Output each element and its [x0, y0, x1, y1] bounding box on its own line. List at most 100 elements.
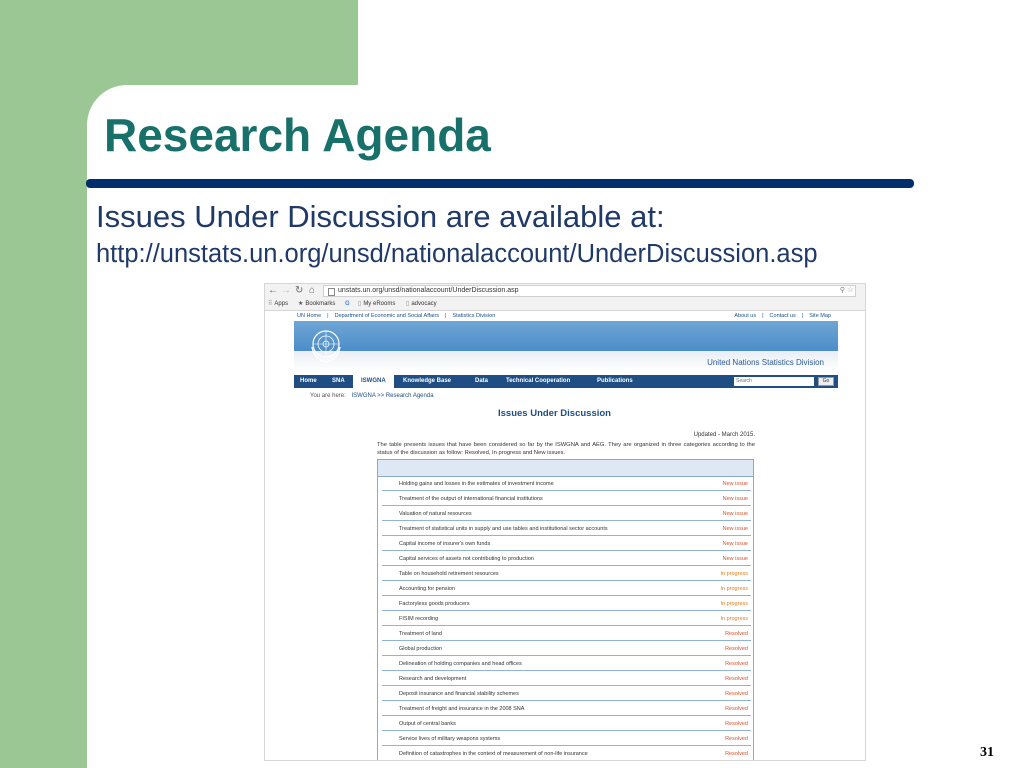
page-icon: [328, 288, 335, 296]
search-input[interactable]: [734, 377, 814, 386]
issue-status: Resolved: [725, 706, 748, 712]
separator: |: [801, 313, 804, 319]
issue-row: FISIM recording In progress: [382, 612, 751, 626]
slide-subtitle: Issues Under Discussion are available at…: [96, 199, 665, 234]
bookmark-advocacy[interactable]: ▯ advocacy: [406, 298, 437, 310]
nav-knowledge-base[interactable]: Knowledge Base: [397, 375, 457, 388]
zoom-icon[interactable]: ⚲: [840, 286, 845, 296]
issue-status: New issue: [722, 526, 748, 532]
desa-link[interactable]: Department of Economic and Social Affair…: [335, 313, 439, 319]
un-home-link[interactable]: UN Home: [297, 313, 321, 319]
issue-status: Resolved: [725, 721, 748, 727]
issue-status: New issue: [722, 511, 748, 517]
issue-row: Global production Resolved: [382, 642, 751, 656]
issue-link[interactable]: Accounting for pension: [399, 582, 455, 596]
issue-status: New issue: [722, 541, 748, 547]
reload-icon[interactable]: ↻: [295, 284, 303, 298]
issue-link[interactable]: Deposit insurance and financial stabilit…: [399, 687, 519, 701]
address-bar[interactable]: unstats.un.org/unsd/nationalaccount/Unde…: [323, 285, 856, 297]
issue-row: Table on household retirement resources I…: [382, 567, 751, 581]
issue-status: In progress: [720, 571, 748, 577]
issue-status: Resolved: [725, 661, 748, 667]
issue-link[interactable]: Definition of catastrophes in the contex…: [399, 747, 588, 760]
issue-link[interactable]: Capital services of assets not contribut…: [399, 552, 534, 566]
issue-row: Treatment of statistical units in supply…: [382, 522, 751, 536]
nav-home[interactable]: Home: [294, 375, 323, 388]
home-icon[interactable]: ⌂: [309, 284, 315, 298]
issue-link[interactable]: Global production: [399, 642, 442, 656]
issue-row: Valuation of natural resources New issue: [382, 507, 751, 521]
bookmark-apps[interactable]: ⠿ Apps: [268, 298, 288, 310]
issue-link[interactable]: Factoryless goods producers: [399, 597, 470, 611]
issue-status: Resolved: [725, 676, 748, 682]
contact-us-link[interactable]: Contact us: [770, 313, 796, 319]
forward-arrow-icon[interactable]: →: [281, 284, 291, 298]
un-banner: United Nations Statistics Division: [294, 321, 838, 371]
issue-status: New issue: [722, 496, 748, 502]
nav-sna[interactable]: SNA: [326, 375, 351, 388]
issue-row: Definition of catastrophes in the contex…: [382, 747, 751, 760]
issue-link[interactable]: Research and development: [399, 672, 466, 686]
breadcrumb-path[interactable]: ISWGNA >> Research Agenda: [351, 393, 433, 399]
page-icon: ▯: [406, 301, 410, 307]
separator: |: [762, 313, 764, 319]
address-text: unstats.un.org/unsd/nationalaccount/Unde…: [338, 287, 519, 294]
issue-link[interactable]: Service lives of military weapons system…: [399, 732, 500, 746]
browser-screenshot: ← → ↻ ⌂ unstats.un.org/unsd/nationalacco…: [264, 283, 866, 761]
issue-row: Treatment of freight and insurance in th…: [382, 702, 751, 716]
issue-status: New issue: [722, 481, 748, 487]
bookmark-star-icon[interactable]: ☆: [847, 285, 854, 295]
bookmark-my-erooms[interactable]: ▯ My eRooms: [358, 298, 395, 310]
issue-row: Accounting for pension In progress: [382, 582, 751, 596]
browser-toolbar: ← → ↻ ⌂ unstats.un.org/unsd/nationalacco…: [265, 284, 865, 298]
issue-row: Output of central banks Resolved: [382, 717, 751, 731]
page-number: 31: [980, 745, 994, 760]
issue-link[interactable]: Treatment of the output of international…: [399, 492, 543, 506]
bookmarks-bar: ⠿ Apps ★ Bookmarks G ▯ My eRooms ▯ advocacy: [265, 298, 865, 311]
issue-link[interactable]: Capital income of insurer's own funds: [399, 537, 490, 551]
issue-row: Holding gains and losses in the estimate…: [382, 477, 751, 491]
issue-link[interactable]: Treatment of statistical units in supply…: [399, 522, 608, 536]
issue-row: Delineation of holding companies and hea…: [382, 657, 751, 671]
slide-title: Research Agenda: [104, 109, 491, 161]
issue-rows: Holding gains and losses in the estimate…: [378, 477, 753, 760]
search-go-button[interactable]: Go: [818, 377, 834, 386]
issue-link[interactable]: Valuation of natural resources: [399, 507, 472, 521]
issue-link[interactable]: Treatment of freight and insurance in th…: [399, 702, 524, 716]
issue-row: Deposit insurance and financial stabilit…: [382, 687, 751, 701]
issue-status: In progress: [720, 586, 748, 592]
separator: |: [445, 313, 447, 319]
issue-status: New issue: [722, 556, 748, 562]
about-us-link[interactable]: About us: [734, 313, 756, 319]
issue-link[interactable]: Holding gains and losses in the estimate…: [399, 477, 554, 491]
issue-link[interactable]: Output of central banks: [399, 717, 456, 731]
nav-data[interactable]: Data: [469, 375, 494, 388]
division-name: United Nations Statistics Division: [707, 358, 824, 367]
issue-row: Treatment of the output of international…: [382, 492, 751, 506]
updated-date: Updated - March 2015.: [693, 432, 755, 438]
title-divider: [86, 179, 914, 188]
nav-technical-cooperation[interactable]: Technical Cooperation: [500, 375, 576, 388]
page-icon: ▯: [358, 301, 362, 307]
issue-link[interactable]: Delineation of holding companies and hea…: [399, 657, 522, 671]
issue-status: In progress: [720, 601, 748, 607]
breadcrumb: You are here: ISWGNA >> Research Agenda: [310, 393, 438, 399]
issue-link[interactable]: Table on household retirement resources: [399, 567, 499, 581]
statistics-division-link[interactable]: Statistics Division: [452, 313, 495, 319]
issues-table: Holding gains and losses in the estimate…: [377, 459, 754, 760]
site-map-link[interactable]: Site Map: [809, 313, 831, 319]
nav-publications[interactable]: Publications: [591, 375, 639, 388]
back-arrow-icon[interactable]: ←: [268, 284, 278, 298]
issue-row: Service lives of military weapons system…: [382, 732, 751, 746]
issue-row: Capital services of assets not contribut…: [382, 552, 751, 566]
issue-status: Resolved: [725, 751, 748, 757]
bookmark-bookmarks[interactable]: ★ Bookmarks: [298, 298, 335, 310]
table-header: [378, 460, 753, 477]
slide-url-text: http://unstats.un.org/unsd/nationalaccou…: [96, 240, 818, 268]
nav-iswgna[interactable]: ISWGNA: [353, 375, 394, 388]
un-logo-icon: [311, 330, 341, 363]
issue-link[interactable]: FISIM recording: [399, 612, 438, 626]
issue-status: Resolved: [725, 736, 748, 742]
issue-link[interactable]: Treatment of land: [399, 627, 442, 641]
google-icon[interactable]: G: [345, 298, 350, 310]
